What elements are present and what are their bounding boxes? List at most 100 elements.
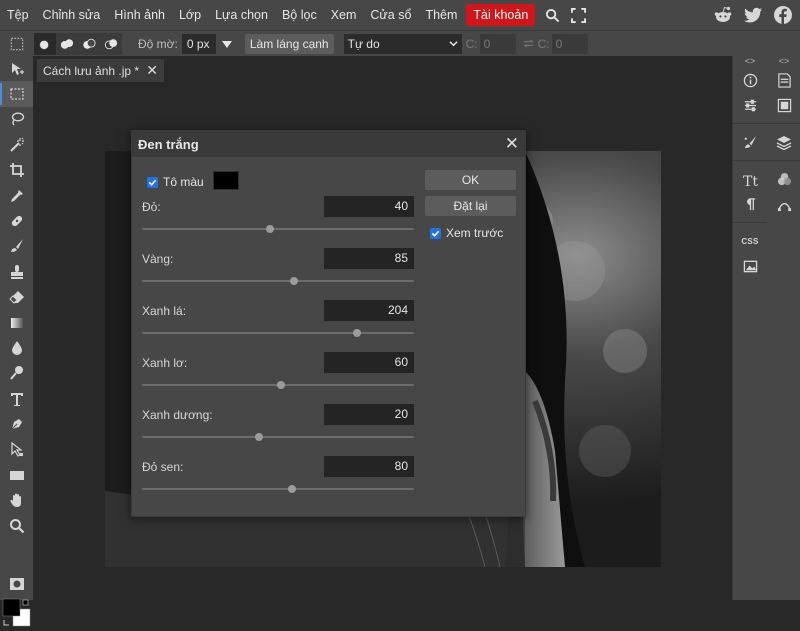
- slider-track[interactable]: [142, 381, 414, 389]
- menu-account[interactable]: Tài khoản: [466, 4, 536, 26]
- slider-value-input[interactable]: 80: [324, 456, 414, 477]
- layers-icon[interactable]: [767, 130, 800, 155]
- gradient-tool-icon[interactable]: [0, 310, 33, 335]
- collapse-toggle[interactable]: <>: [733, 56, 767, 66]
- slider-track[interactable]: [142, 485, 414, 493]
- shape-tool-icon[interactable]: [0, 462, 33, 487]
- height-input[interactable]: 0: [551, 33, 588, 54]
- collapse-toggle[interactable]: <>: [767, 56, 800, 66]
- menu-image[interactable]: Hình ảnh: [107, 4, 172, 26]
- preview-checkbox[interactable]: [430, 227, 441, 239]
- swap-icon[interactable]: [522, 37, 536, 51]
- tools-panel: [0, 56, 33, 627]
- height-label: C:: [537, 36, 550, 51]
- adjustments-icon[interactable]: [733, 93, 767, 118]
- slider-knob[interactable]: [352, 329, 361, 337]
- slider-value-input[interactable]: 204: [324, 300, 414, 321]
- mode-select[interactable]: Tự do: [343, 33, 462, 54]
- paths-icon[interactable]: [767, 192, 800, 217]
- menu-file[interactable]: Tệp: [0, 4, 36, 26]
- slider-value-input[interactable]: 20: [324, 404, 414, 425]
- crop-tool-icon[interactable]: [0, 158, 33, 183]
- fullscreen-icon[interactable]: [569, 6, 587, 24]
- image-icon[interactable]: [733, 254, 767, 279]
- menu-view[interactable]: Xem: [324, 4, 364, 26]
- zoom-tool-icon[interactable]: [0, 513, 33, 538]
- add-selection-icon[interactable]: [56, 33, 78, 55]
- menu-filter[interactable]: Bộ lọc: [275, 4, 324, 26]
- slider-value-input[interactable]: 40: [324, 196, 414, 217]
- slider-value-input[interactable]: 60: [324, 352, 414, 373]
- subtract-selection-icon[interactable]: [78, 33, 100, 55]
- blur-tool-icon[interactable]: [0, 335, 33, 360]
- slider-track[interactable]: [142, 277, 414, 285]
- menu-select[interactable]: Lựa chọn: [208, 4, 275, 26]
- menu-more[interactable]: Thêm: [418, 4, 464, 26]
- paragraph-icon[interactable]: [733, 192, 767, 217]
- healing-brush-icon[interactable]: [0, 208, 33, 233]
- mode-select-value: Tự do: [347, 36, 380, 51]
- eyedropper-icon[interactable]: [0, 183, 33, 208]
- info-icon[interactable]: [733, 68, 767, 93]
- lasso-tool-icon[interactable]: [0, 107, 33, 132]
- tint-color-swatch[interactable]: [213, 171, 239, 190]
- eraser-tool-icon[interactable]: [0, 285, 33, 310]
- twitter-icon[interactable]: [742, 4, 764, 26]
- color-swatches[interactable]: [2, 598, 32, 631]
- dodge-tool-icon[interactable]: [0, 361, 33, 386]
- slider-track[interactable]: [142, 433, 414, 441]
- feather-dropdown-icon[interactable]: [220, 37, 234, 51]
- tint-checkbox-row[interactable]: Tô màu: [147, 175, 204, 189]
- swatches-icon[interactable]: [767, 93, 800, 118]
- move-tool-icon[interactable]: [0, 56, 33, 81]
- close-icon[interactable]: ✕: [505, 134, 519, 154]
- slider-track[interactable]: [142, 329, 414, 337]
- selection-mode-group: [34, 32, 122, 55]
- character-icon[interactable]: Tt: [733, 167, 767, 192]
- slider-knob[interactable]: [276, 381, 285, 389]
- panel-divider: [733, 217, 767, 223]
- rect-select-icon[interactable]: [8, 35, 26, 53]
- marquee-tool-icon[interactable]: [0, 81, 33, 107]
- facebook-icon[interactable]: [772, 4, 794, 26]
- slider-value-input[interactable]: 85: [324, 248, 414, 269]
- css-icon[interactable]: CSS: [733, 229, 767, 254]
- pen-tool-icon[interactable]: [0, 411, 33, 436]
- dialog-titlebar[interactable]: Đen trắng ✕: [132, 131, 525, 157]
- history-icon[interactable]: [767, 68, 800, 93]
- right-panel-col-1: <> Tt CSS: [733, 56, 767, 279]
- antialias-button[interactable]: Làm láng cạnh: [244, 33, 334, 54]
- new-selection-icon[interactable]: [34, 32, 56, 55]
- ok-button[interactable]: OK: [425, 170, 516, 190]
- slider-knob[interactable]: [287, 485, 296, 493]
- slider-knob[interactable]: [290, 277, 299, 285]
- path-select-icon[interactable]: [0, 437, 33, 462]
- search-icon[interactable]: [543, 6, 561, 24]
- brush-settings-icon[interactable]: [733, 130, 767, 155]
- text-tool-icon[interactable]: [0, 386, 33, 411]
- slider-track[interactable]: [142, 225, 414, 233]
- panel-divider: [767, 155, 800, 161]
- slider-label: Vàng:: [142, 252, 174, 266]
- document-tab[interactable]: Cách lưu ảnh .jp * ✕: [37, 59, 164, 82]
- magic-wand-icon[interactable]: [0, 132, 33, 157]
- reset-button[interactable]: Đặt lại: [425, 196, 516, 216]
- preview-checkbox-row[interactable]: Xem trước: [430, 226, 503, 240]
- width-input[interactable]: 0: [479, 33, 516, 54]
- intersect-selection-icon[interactable]: [100, 33, 122, 55]
- slider-knob[interactable]: [254, 433, 263, 441]
- dialog-title: Đen trắng: [138, 136, 199, 152]
- channels-icon[interactable]: [767, 167, 800, 192]
- quick-mask-icon[interactable]: [0, 571, 33, 596]
- brush-tool-icon[interactable]: [0, 234, 33, 259]
- menu-window[interactable]: Cửa sổ: [363, 4, 418, 26]
- reddit-icon[interactable]: [712, 4, 734, 26]
- menu-layer[interactable]: Lớp: [172, 4, 208, 26]
- menu-edit[interactable]: Chỉnh sửa: [36, 4, 108, 26]
- slider-knob[interactable]: [265, 225, 274, 233]
- stamp-tool-icon[interactable]: [0, 259, 33, 284]
- hand-tool-icon[interactable]: [0, 488, 33, 513]
- feather-input[interactable]: 0 px: [181, 33, 216, 54]
- close-icon[interactable]: ✕: [146, 62, 158, 79]
- tint-checkbox[interactable]: [147, 176, 158, 188]
